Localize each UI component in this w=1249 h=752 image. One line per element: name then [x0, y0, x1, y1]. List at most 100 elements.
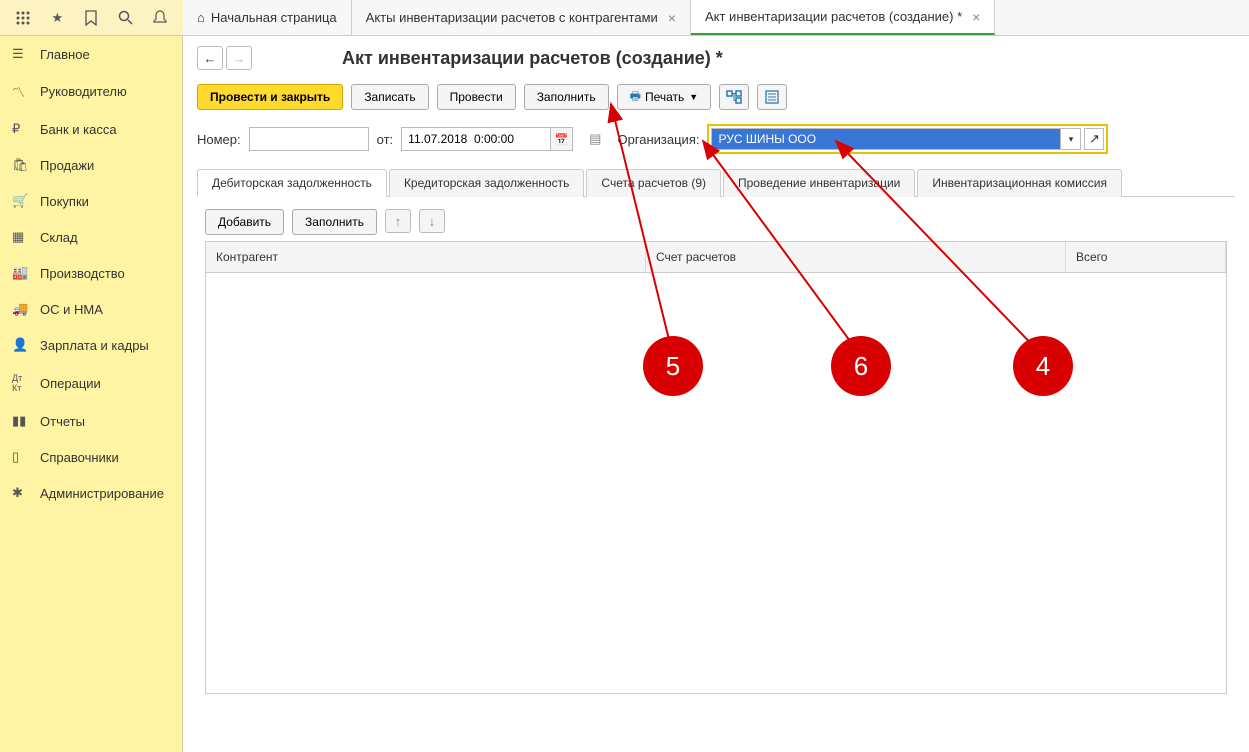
sidebar-item-label: Администрирование: [40, 486, 164, 501]
sidebar-item-label: Склад: [40, 230, 78, 245]
calendar-icon: 📅: [555, 133, 569, 146]
org-label: Организация:: [617, 132, 699, 147]
sidebar-item-label: Справочники: [40, 450, 119, 465]
tab-home[interactable]: ⌂ Начальная страница: [183, 0, 352, 35]
subtab-debit[interactable]: Дебиторская задолженность: [197, 169, 387, 197]
sidebar-item-hr[interactable]: 👤 Зарплата и кадры: [0, 327, 182, 363]
factory-icon: 🏭: [12, 265, 30, 281]
sidebar-item-warehouse[interactable]: ▦ Склад: [0, 219, 182, 255]
add-button[interactable]: Добавить: [205, 209, 284, 235]
main-area: ⌂ Начальная страница Акты инвентаризации…: [183, 0, 1249, 752]
write-button[interactable]: Записать: [351, 84, 428, 110]
tab-inventory-list[interactable]: Акты инвентаризации расчетов с контраген…: [352, 0, 691, 35]
sidebar-item-assets[interactable]: 🚚 ОС и НМА: [0, 291, 182, 327]
subtab-accounts[interactable]: Счета расчетов (9): [586, 169, 721, 197]
col-counterparty[interactable]: Контрагент: [206, 242, 646, 272]
org-dropdown-button[interactable]: ▾: [1061, 128, 1081, 150]
chevron-down-icon: ▾: [1069, 134, 1074, 145]
subtab-commission[interactable]: Инвентаризационная комиссия: [917, 169, 1122, 197]
fill-button[interactable]: Заполнить: [524, 84, 609, 110]
nav-forward-button[interactable]: →: [226, 46, 252, 70]
sidebar-item-operations[interactable]: Дт Кт Операции: [0, 363, 182, 403]
print-button[interactable]: 🖶 Печать ▼: [617, 84, 712, 110]
list-button[interactable]: [757, 84, 787, 110]
post-button[interactable]: Провести: [437, 84, 516, 110]
sidebar-item-sales[interactable]: 🛍 Продажи: [0, 147, 182, 183]
tab-label: Начальная страница: [211, 10, 337, 25]
calendar-button[interactable]: 📅: [551, 127, 573, 151]
doc-icon[interactable]: ▤: [589, 131, 601, 147]
sidebar-item-label: Руководителю: [40, 84, 127, 99]
post-and-close-button[interactable]: Провести и закрыть: [197, 84, 343, 110]
sidebar-item-label: Банк и касса: [40, 122, 117, 137]
chevron-down-icon: ▼: [689, 92, 698, 102]
sidebar: ☰ Главное 〽 Руководителю ₽ Банк и касса …: [0, 0, 183, 752]
sidebar-item-main[interactable]: ☰ Главное: [0, 36, 182, 72]
print-label: Печать: [645, 90, 684, 104]
col-account[interactable]: Счет расчетов: [646, 242, 1066, 272]
content: ← → Акт инвентаризации расчетов (создани…: [183, 36, 1249, 752]
sidebar-item-label: Отчеты: [40, 414, 85, 429]
boxes-icon: ▦: [12, 229, 30, 245]
org-input[interactable]: [711, 128, 1061, 150]
sidebar-item-label: Продажи: [40, 158, 94, 173]
menu-icon: ☰: [12, 46, 30, 62]
table-toolbar: Добавить Заполнить ↑ ↓: [197, 203, 1235, 241]
title-row: ← → Акт инвентаризации расчетов (создани…: [197, 46, 1235, 70]
top-iconbar: ★: [0, 0, 183, 36]
subtab-inventory[interactable]: Проведение инвентаризации: [723, 169, 915, 197]
sidebar-item-bank[interactable]: ₽ Банк и касса: [0, 111, 182, 147]
sidebar-item-production[interactable]: 🏭 Производство: [0, 255, 182, 291]
col-total[interactable]: Всего: [1066, 242, 1226, 272]
book-icon: ▯: [12, 449, 30, 465]
chart-icon: 〽: [12, 82, 30, 101]
close-icon[interactable]: ×: [972, 9, 980, 25]
external-icon: ↗: [1089, 131, 1100, 147]
apps-icon[interactable]: [13, 8, 33, 28]
form-row: Номер: от: 📅 ▤ Организация: ▾: [197, 124, 1235, 154]
ops-icon: Дт Кт: [12, 373, 30, 393]
tab-bar: ⌂ Начальная страница Акты инвентаризации…: [183, 0, 1249, 36]
bookmark-icon[interactable]: [81, 8, 101, 28]
table-fill-button[interactable]: Заполнить: [292, 209, 377, 235]
bag-icon: 🛍: [12, 157, 30, 173]
subtabs: Дебиторская задолженность Кредиторская з…: [197, 168, 1235, 197]
sidebar-item-label: Главное: [40, 47, 90, 62]
date-input[interactable]: [401, 127, 551, 151]
from-label: от:: [377, 132, 394, 147]
sidebar-item-label: Зарплата и кадры: [40, 338, 149, 353]
star-icon[interactable]: ★: [47, 8, 67, 28]
close-icon[interactable]: ×: [668, 10, 676, 26]
tab-inventory-create[interactable]: Акт инвентаризации расчетов (создание) *…: [691, 0, 995, 35]
sidebar-item-reports[interactable]: ▮▮ Отчеты: [0, 403, 182, 439]
nav-back-button[interactable]: ←: [197, 46, 223, 70]
move-down-button[interactable]: ↓: [419, 209, 445, 233]
sidebar-item-label: Покупки: [40, 194, 89, 209]
sidebar-item-manager[interactable]: 〽 Руководителю: [0, 72, 182, 111]
number-label: Номер:: [197, 132, 241, 147]
subtab-credit[interactable]: Кредиторская задолженность: [389, 169, 584, 197]
arrow-up-icon: ↑: [395, 214, 402, 229]
bell-icon[interactable]: [150, 8, 170, 28]
truck-icon: 🚚: [12, 301, 30, 317]
sidebar-item-admin[interactable]: ✱ Администрирование: [0, 475, 182, 511]
date-field: 📅: [401, 127, 573, 151]
search-icon[interactable]: [116, 8, 136, 28]
sidebar-item-label: Производство: [40, 266, 125, 281]
table-body[interactable]: [206, 273, 1226, 693]
bank-icon: ₽: [12, 121, 30, 137]
toolbar: Провести и закрыть Записать Провести Зап…: [197, 84, 1235, 110]
move-up-button[interactable]: ↑: [385, 209, 411, 233]
org-field-wrap: ▾ ↗: [707, 124, 1108, 154]
printer-icon: 🖶: [630, 87, 641, 108]
sidebar-item-catalogs[interactable]: ▯ Справочники: [0, 439, 182, 475]
tab-label: Акты инвентаризации расчетов с контраген…: [366, 10, 658, 25]
number-input[interactable]: [249, 127, 369, 151]
sidebar-item-label: ОС и НМА: [40, 302, 103, 317]
page-title: Акт инвентаризации расчетов (создание) *: [342, 48, 723, 69]
org-open-button[interactable]: ↗: [1084, 128, 1104, 150]
cart-icon: 🛒: [12, 193, 30, 209]
structure-button[interactable]: [719, 84, 749, 110]
table: Контрагент Счет расчетов Всего: [205, 241, 1227, 694]
sidebar-item-purchases[interactable]: 🛒 Покупки: [0, 183, 182, 219]
